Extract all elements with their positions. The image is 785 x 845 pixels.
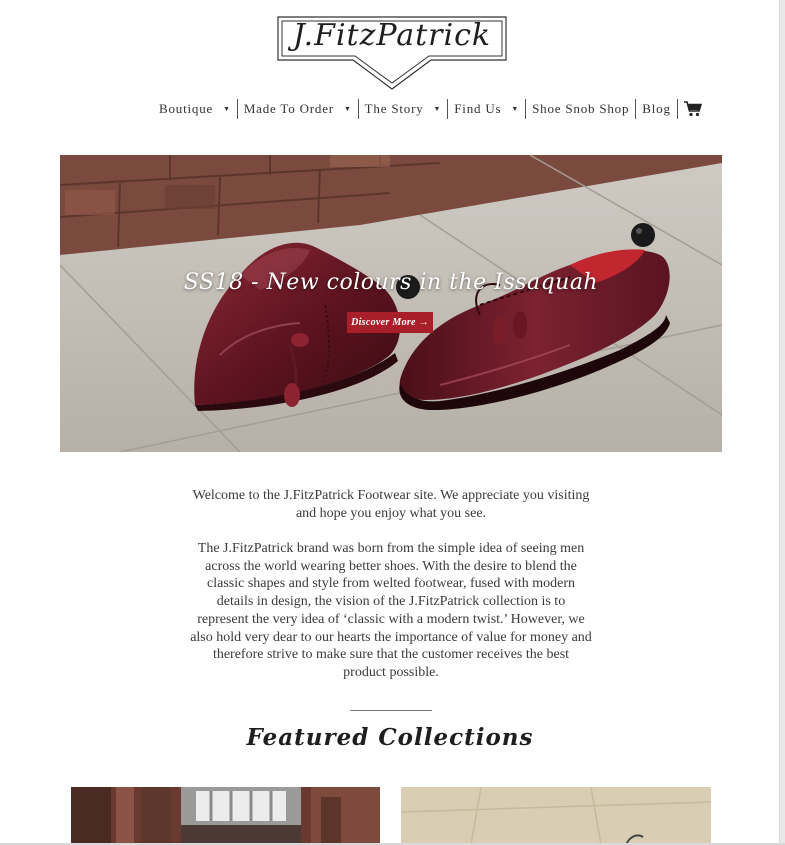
nav-item-made-to-order[interactable]: Made To Order ▼ [240, 101, 356, 117]
nav-label: Made To Order [243, 101, 334, 116]
nav-divider [525, 99, 527, 119]
nav-divider [236, 99, 238, 119]
caret-down-icon: ▼ [433, 105, 442, 113]
discover-more-button[interactable]: Discover More → [347, 312, 433, 333]
collection-image [71, 787, 380, 845]
nav-divider [447, 99, 449, 119]
hero-title: SS18 - New colours in the Issaquah [183, 270, 599, 295]
collection-card[interactable] [71, 787, 380, 845]
nav-label: Blog [642, 101, 671, 116]
nav-label: Boutique [159, 101, 214, 116]
nav-label: Find Us [454, 101, 502, 116]
hero-banner[interactable]: SS18 - New colours in the Issaquah Disco… [60, 155, 722, 452]
collection-image [401, 787, 711, 845]
collection-card[interactable] [401, 787, 711, 845]
nav-item-the-story[interactable]: The Story ▼ [361, 101, 446, 117]
section-divider [350, 710, 432, 711]
nav-divider [357, 99, 359, 119]
nav-item-find-us[interactable]: Find Us ▼ [450, 101, 523, 117]
main-nav: Boutique ▼ Made To Order ▼ The Story ▼ F… [155, 98, 702, 120]
welcome-text: Welcome to the J.FitzPatrick Footwear si… [192, 488, 590, 521]
brand-story-text: The J.FitzPatrick brand was born from th… [190, 541, 592, 680]
site-logo[interactable]: J.FitzPatrick [277, 16, 507, 92]
caret-down-icon: ▼ [223, 105, 231, 113]
nav-label: The Story [364, 101, 424, 116]
nav-divider [635, 99, 637, 119]
caret-down-icon: ▼ [343, 105, 352, 113]
page-scrollbar[interactable] [779, 0, 785, 845]
nav-label: Shoe Snob Shop [532, 101, 630, 116]
featured-collections-heading: Featured Collections [246, 724, 534, 751]
nav-item-shoe-snob-shop[interactable]: Shoe Snob Shop [528, 101, 633, 117]
hero-shoes-image [60, 155, 722, 452]
caret-down-icon: ▼ [511, 105, 520, 113]
nav-item-boutique[interactable]: Boutique ▼ [155, 101, 235, 117]
nav-divider [676, 99, 678, 119]
cart-icon[interactable] [683, 101, 702, 117]
nav-item-blog[interactable]: Blog [638, 101, 674, 117]
logo-text: J.FitzPatrick [292, 18, 492, 53]
